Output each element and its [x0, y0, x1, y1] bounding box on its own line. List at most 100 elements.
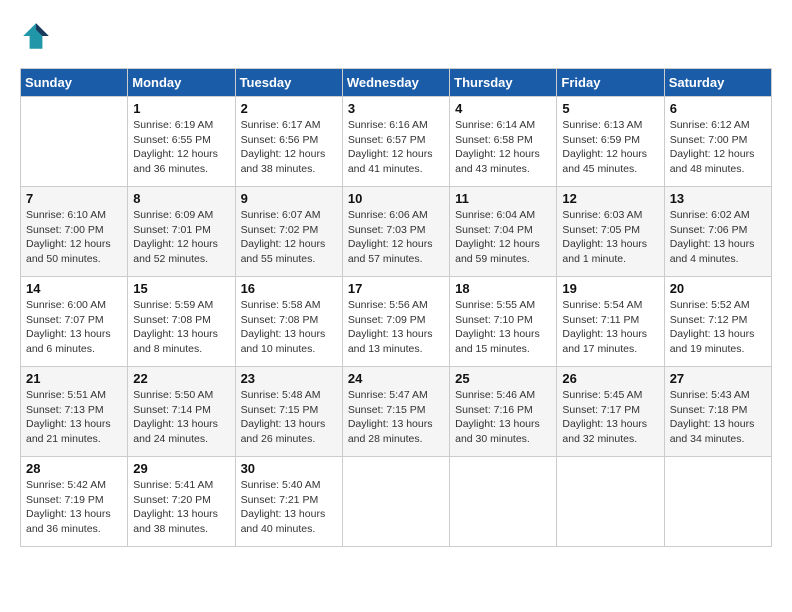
calendar-week-row: 14 Sunrise: 6:00 AMSunset: 7:07 PMDayligh…: [21, 277, 772, 367]
calendar-table: SundayMondayTuesdayWednesdayThursdayFrid…: [20, 68, 772, 547]
day-info: Sunrise: 5:42 AMSunset: 7:19 PMDaylight:…: [26, 478, 122, 537]
calendar-cell: 29 Sunrise: 5:41 AMSunset: 7:20 PMDayligh…: [128, 457, 235, 547]
calendar-week-row: 28Sunrise: 5:42 AMSunset: 7:19 PMDayligh…: [21, 457, 772, 547]
calendar-cell: 15 Sunrise: 5:59 AMSunset: 7:08 PMDayligh…: [128, 277, 235, 367]
day-info: Sunrise: 6:04 AMSunset: 7:04 PMDaylight:…: [455, 208, 551, 267]
day-info: Sunrise: 6:03 AMSunset: 7:05 PMDaylight:…: [562, 208, 658, 267]
calendar-cell: 14 Sunrise: 6:00 AMSunset: 7:07 PMDayligh…: [21, 277, 128, 367]
calendar-cell: 25 Sunrise: 5:46 AMSunset: 7:16 PMDayligh…: [450, 367, 557, 457]
calendar-week-row: 7 Sunrise: 6:10 AMSunset: 7:00 PMDaylight…: [21, 187, 772, 277]
day-number: 5: [562, 101, 658, 116]
calendar-cell: 12 Sunrise: 6:03 AMSunset: 7:05 PMDayligh…: [557, 187, 664, 277]
calendar-cell: 3 Sunrise: 6:16 AMSunset: 6:57 PMDaylight…: [342, 97, 449, 187]
col-header-saturday: Saturday: [664, 69, 771, 97]
calendar-cell: 24 Sunrise: 5:47 AMSunset: 7:15 PMDayligh…: [342, 367, 449, 457]
calendar-cell: 9 Sunrise: 6:07 AMSunset: 7:02 PMDaylight…: [235, 187, 342, 277]
day-number: 15: [133, 281, 229, 296]
day-info: Sunrise: 6:00 AMSunset: 7:07 PMDaylight:…: [26, 298, 122, 357]
day-number: 6: [670, 101, 766, 116]
calendar-cell: 7 Sunrise: 6:10 AMSunset: 7:00 PMDaylight…: [21, 187, 128, 277]
calendar-cell: [450, 457, 557, 547]
day-info: Sunrise: 6:19 AMSunset: 6:55 PMDaylight:…: [133, 118, 229, 177]
calendar-cell: 1 Sunrise: 6:19 AMSunset: 6:55 PMDaylight…: [128, 97, 235, 187]
calendar-cell: [342, 457, 449, 547]
day-info: Sunrise: 6:06 AMSunset: 7:03 PMDaylight:…: [348, 208, 444, 267]
col-header-wednesday: Wednesday: [342, 69, 449, 97]
day-number: 2: [241, 101, 337, 116]
day-number: 24: [348, 371, 444, 386]
day-number: 7: [26, 191, 122, 206]
day-number: 29: [133, 461, 229, 476]
day-info: Sunrise: 5:47 AMSunset: 7:15 PMDaylight:…: [348, 388, 444, 447]
day-info: Sunrise: 6:12 AMSunset: 7:00 PMDaylight:…: [670, 118, 766, 177]
calendar-cell: 26 Sunrise: 5:45 AMSunset: 7:17 PMDayligh…: [557, 367, 664, 457]
day-info: Sunrise: 6:10 AMSunset: 7:00 PMDaylight:…: [26, 208, 122, 267]
calendar-cell: 22 Sunrise: 5:50 AMSunset: 7:14 PMDayligh…: [128, 367, 235, 457]
col-header-thursday: Thursday: [450, 69, 557, 97]
day-number: 14: [26, 281, 122, 296]
day-info: Sunrise: 5:51 AMSunset: 7:13 PMDaylight:…: [26, 388, 122, 447]
calendar-cell: 21 Sunrise: 5:51 AMSunset: 7:13 PMDayligh…: [21, 367, 128, 457]
logo: [20, 20, 56, 52]
day-info: Sunrise: 6:16 AMSunset: 6:57 PMDaylight:…: [348, 118, 444, 177]
calendar-cell: 10Sunrise: 6:06 AMSunset: 7:03 PMDayligh…: [342, 187, 449, 277]
calendar-cell: 27 Sunrise: 5:43 AMSunset: 7:18 PMDayligh…: [664, 367, 771, 457]
calendar-cell: 2Sunrise: 6:17 AMSunset: 6:56 PMDaylight…: [235, 97, 342, 187]
day-number: 17: [348, 281, 444, 296]
day-number: 22: [133, 371, 229, 386]
day-info: Sunrise: 5:45 AMSunset: 7:17 PMDaylight:…: [562, 388, 658, 447]
calendar-cell: 17Sunrise: 5:56 AMSunset: 7:09 PMDayligh…: [342, 277, 449, 367]
calendar-cell: 13 Sunrise: 6:02 AMSunset: 7:06 PMDayligh…: [664, 187, 771, 277]
col-header-monday: Monday: [128, 69, 235, 97]
day-info: Sunrise: 5:55 AMSunset: 7:10 PMDaylight:…: [455, 298, 551, 357]
day-info: Sunrise: 5:59 AMSunset: 7:08 PMDaylight:…: [133, 298, 229, 357]
calendar-cell: 23 Sunrise: 5:48 AMSunset: 7:15 PMDayligh…: [235, 367, 342, 457]
col-header-tuesday: Tuesday: [235, 69, 342, 97]
calendar-cell: [557, 457, 664, 547]
calendar-cell: 20Sunrise: 5:52 AMSunset: 7:12 PMDayligh…: [664, 277, 771, 367]
calendar-cell: 6 Sunrise: 6:12 AMSunset: 7:00 PMDaylight…: [664, 97, 771, 187]
calendar-cell: 28Sunrise: 5:42 AMSunset: 7:19 PMDayligh…: [21, 457, 128, 547]
col-header-sunday: Sunday: [21, 69, 128, 97]
day-number: 21: [26, 371, 122, 386]
day-number: 8: [133, 191, 229, 206]
calendar-cell: 16 Sunrise: 5:58 AMSunset: 7:08 PMDayligh…: [235, 277, 342, 367]
day-info: Sunrise: 5:43 AMSunset: 7:18 PMDaylight:…: [670, 388, 766, 447]
day-info: Sunrise: 5:41 AMSunset: 7:20 PMDaylight:…: [133, 478, 229, 537]
day-number: 25: [455, 371, 551, 386]
logo-icon: [20, 20, 52, 52]
day-info: Sunrise: 5:40 AMSunset: 7:21 PMDaylight:…: [241, 478, 337, 537]
day-info: Sunrise: 6:07 AMSunset: 7:02 PMDaylight:…: [241, 208, 337, 267]
calendar-week-row: 1 Sunrise: 6:19 AMSunset: 6:55 PMDaylight…: [21, 97, 772, 187]
calendar-cell: 4Sunrise: 6:14 AMSunset: 6:58 PMDaylight…: [450, 97, 557, 187]
day-number: 27: [670, 371, 766, 386]
calendar-cell: 11 Sunrise: 6:04 AMSunset: 7:04 PMDayligh…: [450, 187, 557, 277]
day-info: Sunrise: 5:48 AMSunset: 7:15 PMDaylight:…: [241, 388, 337, 447]
day-info: Sunrise: 5:50 AMSunset: 7:14 PMDaylight:…: [133, 388, 229, 447]
day-info: Sunrise: 6:14 AMSunset: 6:58 PMDaylight:…: [455, 118, 551, 177]
day-info: Sunrise: 5:52 AMSunset: 7:12 PMDaylight:…: [670, 298, 766, 357]
calendar-cell: [21, 97, 128, 187]
day-number: 13: [670, 191, 766, 206]
day-number: 19: [562, 281, 658, 296]
calendar-cell: [664, 457, 771, 547]
day-number: 3: [348, 101, 444, 116]
day-info: Sunrise: 6:13 AMSunset: 6:59 PMDaylight:…: [562, 118, 658, 177]
calendar-cell: 19Sunrise: 5:54 AMSunset: 7:11 PMDayligh…: [557, 277, 664, 367]
day-number: 18: [455, 281, 551, 296]
calendar-cell: 30Sunrise: 5:40 AMSunset: 7:21 PMDayligh…: [235, 457, 342, 547]
page-header: [20, 20, 772, 52]
day-number: 26: [562, 371, 658, 386]
day-info: Sunrise: 5:58 AMSunset: 7:08 PMDaylight:…: [241, 298, 337, 357]
day-number: 23: [241, 371, 337, 386]
day-number: 12: [562, 191, 658, 206]
calendar-cell: 18 Sunrise: 5:55 AMSunset: 7:10 PMDayligh…: [450, 277, 557, 367]
day-info: Sunrise: 5:46 AMSunset: 7:16 PMDaylight:…: [455, 388, 551, 447]
day-number: 1: [133, 101, 229, 116]
day-number: 11: [455, 191, 551, 206]
day-info: Sunrise: 6:02 AMSunset: 7:06 PMDaylight:…: [670, 208, 766, 267]
day-number: 16: [241, 281, 337, 296]
calendar-week-row: 21 Sunrise: 5:51 AMSunset: 7:13 PMDayligh…: [21, 367, 772, 457]
day-number: 9: [241, 191, 337, 206]
calendar-header-row: SundayMondayTuesdayWednesdayThursdayFrid…: [21, 69, 772, 97]
